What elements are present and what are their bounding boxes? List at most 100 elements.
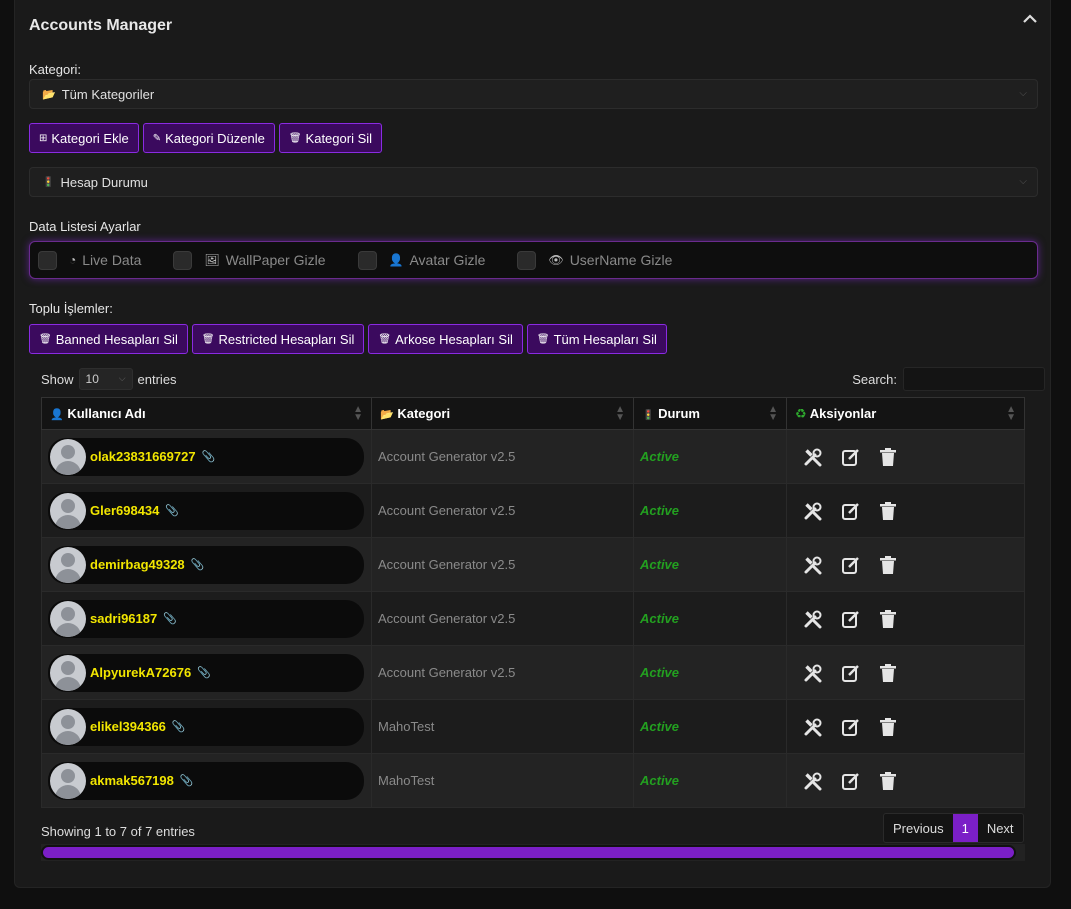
toggle-username[interactable]: 👁 UserName Gizle	[517, 250, 673, 270]
trash-icon[interactable]	[879, 663, 897, 683]
delete-restricted-label: Restricted Hesapları Sil	[218, 331, 355, 347]
page-1-button[interactable]: 1	[952, 814, 978, 842]
sort-icon: ▲ ▼	[768, 404, 778, 423]
avatar	[50, 654, 86, 691]
edit-icon[interactable]	[841, 663, 861, 683]
table-row[interactable]: AlpyurekA72676 📎 Account Generator v2.5 Act…	[41, 645, 1025, 700]
col-status[interactable]: 🚦 Durum ▲ ▼	[633, 397, 787, 430]
scrollbar-thumb[interactable]	[41, 845, 1016, 860]
avatar	[50, 438, 86, 475]
collapse-chevron-up-icon[interactable]	[1022, 14, 1038, 28]
delete-arkose-label: Arkose Hesapları Sil	[395, 331, 513, 347]
person-icon: 👤	[388, 253, 404, 267]
status-badge: Active	[633, 753, 787, 808]
username-link[interactable]: AlpyurekA72676	[90, 665, 191, 680]
wallpaper-checkbox[interactable]	[173, 250, 193, 270]
username-checkbox[interactable]	[517, 250, 537, 270]
avatar	[50, 762, 86, 799]
show-label: Show	[41, 371, 74, 387]
trash-icon[interactable]	[879, 501, 897, 521]
edit-category-label: Kategori Düzenle	[165, 130, 265, 146]
delete-restricted-button[interactable]: 🗑 Restricted Hesapları Sil	[191, 324, 365, 354]
avatar-checkbox[interactable]	[357, 250, 377, 270]
tools-icon[interactable]	[803, 771, 823, 791]
username-link[interactable]: akmak567198	[90, 773, 174, 788]
username-cell: elikel394366 📎	[41, 699, 372, 754]
table-row[interactable]: demirbag49328 📎 Account Generator v2.5 Acti…	[41, 537, 1025, 592]
status-badge: Active	[633, 591, 787, 646]
edit-icon[interactable]	[841, 771, 861, 791]
toggle-live-data[interactable]: ◔ Live Data	[38, 250, 141, 270]
delete-arkose-button[interactable]: 🗑 Arkose Hesapları Sil	[368, 324, 523, 354]
sort-icon: ▲ ▼	[353, 404, 363, 423]
col-status-label: Durum	[658, 406, 700, 421]
tools-icon[interactable]	[803, 609, 823, 629]
table-row[interactable]: akmak567198 📎 MahoTest Active	[41, 753, 1025, 808]
trash-icon[interactable]	[879, 771, 897, 791]
horizontal-scrollbar[interactable]	[41, 844, 1025, 861]
tools-icon[interactable]	[803, 555, 823, 575]
username-link[interactable]: olak23831669727	[90, 449, 196, 464]
user-icon: 👤	[50, 409, 64, 421]
trash-icon[interactable]	[879, 717, 897, 737]
edit-icon[interactable]	[841, 447, 861, 467]
paperclip-icon[interactable]: 📎	[191, 558, 205, 571]
trash-icon[interactable]	[879, 609, 897, 629]
status-select[interactable]: 🚦 Hesap Durumu ⌵	[29, 167, 1038, 197]
toggle-wallpaper[interactable]: 🖼 WallPaper Gizle	[173, 250, 326, 270]
edit-icon[interactable]	[841, 717, 861, 737]
tools-icon[interactable]	[803, 663, 823, 683]
category-select[interactable]: 📂 Tüm Kategoriler ⌵	[29, 79, 1038, 109]
tools-icon[interactable]	[803, 717, 823, 737]
paperclip-icon[interactable]: 📎	[165, 504, 179, 517]
username-link[interactable]: demirbag49328	[90, 557, 185, 572]
add-category-button[interactable]: ⊞ Kategori Ekle	[29, 123, 139, 153]
table-row[interactable]: sadri96187 📎 Account Generator v2.5 Active	[41, 591, 1025, 646]
edit-category-button[interactable]: ✎ Kategori Düzenle	[142, 123, 275, 153]
edit-icon[interactable]	[841, 501, 861, 521]
col-username[interactable]: 👤 Kullanıcı Adı ▲ ▼	[41, 397, 372, 430]
toggle-avatar[interactable]: 👤 Avatar Gizle	[357, 250, 485, 270]
table-info: Showing 1 to 7 of 7 entries	[41, 824, 195, 839]
pie-icon: ◔	[69, 253, 77, 267]
username-cell: akmak567198 📎	[41, 753, 372, 808]
paperclip-icon[interactable]: 📎	[197, 666, 211, 679]
search-input[interactable]	[903, 367, 1045, 391]
delete-category-button[interactable]: 🗑 Kategori Sil	[278, 123, 383, 153]
tools-icon[interactable]	[803, 447, 823, 467]
delete-banned-label: Banned Hesapları Sil	[55, 331, 178, 347]
category-button-row: ⊞ Kategori Ekle ✎ Kategori Düzenle 🗑 Kat…	[29, 123, 383, 153]
user-chip: AlpyurekA72676 📎	[48, 653, 364, 692]
next-button[interactable]: Next	[978, 814, 1023, 842]
username-link[interactable]: Gler698434	[90, 503, 159, 518]
live-data-checkbox[interactable]	[38, 250, 57, 270]
edit-icon[interactable]	[841, 609, 861, 629]
username-label: UserName Gizle	[569, 252, 673, 268]
paperclip-icon[interactable]: 📎	[202, 450, 216, 463]
entries-select[interactable]: 10 ⌵	[78, 368, 133, 390]
username-link[interactable]: sadri96187	[90, 611, 157, 626]
paperclip-icon[interactable]: 📎	[172, 720, 186, 733]
folder-icon: 📂	[42, 88, 56, 101]
table-row[interactable]: elikel394366 📎 MahoTest Active	[41, 699, 1025, 754]
trash-icon[interactable]	[879, 447, 897, 467]
delete-all-button[interactable]: 🗑 Tüm Hesapları Sil	[526, 324, 667, 354]
table-row[interactable]: olak23831669727 📎 Account Generator v2.5 Ac…	[41, 429, 1025, 484]
avatar	[50, 492, 86, 529]
edit-icon[interactable]	[841, 555, 861, 575]
col-category[interactable]: 📂 Kategori ▲ ▼	[371, 397, 634, 430]
sort-icon: ▲ ▼	[1006, 404, 1016, 423]
chevron-down-icon: ⌵	[1019, 176, 1027, 187]
tools-icon[interactable]	[803, 501, 823, 521]
previous-button[interactable]: Previous	[884, 814, 953, 842]
user-chip: demirbag49328 📎	[48, 545, 364, 584]
username-link[interactable]: elikel394366	[90, 719, 166, 734]
delete-banned-button[interactable]: 🗑 Banned Hesapları Sil	[29, 324, 188, 354]
paperclip-icon[interactable]: 📎	[163, 612, 177, 625]
trash-icon[interactable]	[879, 555, 897, 575]
status-badge: Active	[633, 483, 787, 538]
avatar	[50, 546, 86, 583]
paperclip-icon[interactable]: 📎	[180, 774, 194, 787]
col-actions[interactable]: ♻ Aksiyonlar ▲ ▼	[786, 397, 1025, 430]
table-row[interactable]: Gler698434 📎 Account Generator v2.5 Active	[41, 483, 1025, 538]
